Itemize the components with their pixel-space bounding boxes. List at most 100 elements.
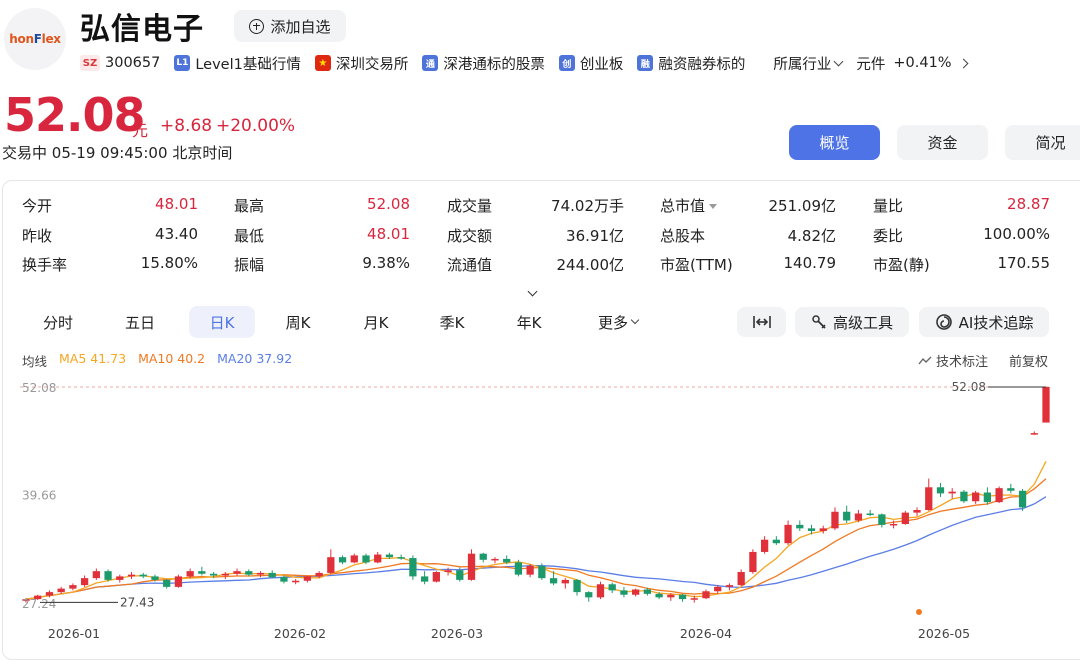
stat-pe-ttm: 140.79	[783, 254, 837, 272]
trading-status: 交易中 05-19 09:45:00 北京时间	[2, 142, 232, 163]
candle-body	[186, 571, 194, 577]
status-text: 交易中	[2, 144, 48, 162]
stat-shares: 4.82亿	[787, 227, 836, 245]
candle-body	[292, 580, 300, 583]
candle-body	[936, 487, 945, 494]
stat-turnover: 15.80%	[140, 254, 198, 272]
candle-body	[655, 593, 663, 598]
tab-five-day[interactable]: 五日	[108, 306, 172, 338]
stock-name: 弘信电子	[80, 12, 204, 47]
industry-name: 元件	[856, 56, 886, 73]
add-watchlist-button[interactable]: 添加自选	[234, 10, 346, 42]
fit-width-button[interactable]	[737, 307, 786, 337]
level1-tag[interactable]: L1 Level1基础行情	[174, 53, 301, 74]
candle-body	[268, 572, 276, 578]
board-label: 创业板	[579, 56, 624, 73]
x-axis-label: 2026-03	[431, 626, 483, 641]
candle-body	[92, 571, 100, 579]
ma10-value: MA10 40.2	[138, 351, 206, 366]
ma-legend: 均线 MA5 41.73 MA10 40.2 MA20 37.92	[22, 351, 292, 370]
candle-body	[901, 512, 909, 524]
candle-body	[209, 573, 218, 576]
candle-body	[397, 557, 405, 559]
candle-body	[995, 488, 1003, 503]
kline-chart[interactable]: 52.08 39.66 27.24 52.08 27.43 2026-01 2026-02 2…	[0, 370, 1080, 651]
tab-yearly-k[interactable]: 年K	[497, 306, 561, 338]
price-unit: 元	[132, 121, 149, 140]
tab-overview[interactable]: 概览	[789, 125, 880, 160]
candle-body	[456, 570, 464, 580]
stat-low-label: 最低	[234, 227, 265, 245]
advanced-tools-button[interactable]: 高级工具	[795, 307, 909, 337]
price-change-pct: +20.00%	[216, 116, 296, 136]
candle-body	[948, 491, 956, 494]
current-price: 52.08	[4, 88, 146, 142]
tab-brief[interactable]: 简况	[1005, 125, 1080, 160]
industry-dropdown[interactable]: 所属行业	[773, 53, 844, 74]
hk-connect-tag[interactable]: 通 深港通标的股票	[422, 53, 545, 74]
fit-width-icon	[752, 316, 771, 328]
stat-prev-close: 43.40	[155, 225, 198, 243]
tech-mark-toggle[interactable]: 技术标注	[918, 351, 988, 370]
candle-body	[432, 572, 440, 582]
candle-body	[80, 578, 89, 586]
candle-body	[374, 554, 382, 563]
stat-mkt-cap-label[interactable]: 总市值	[660, 195, 718, 216]
candle-body	[608, 584, 616, 591]
market-code-icon: SZ	[80, 55, 100, 71]
expand-stats-button[interactable]	[527, 280, 538, 299]
candle-body	[409, 558, 417, 577]
candle-body	[514, 562, 523, 575]
level1-label: Level1基础行情	[195, 56, 301, 73]
candle-body	[807, 528, 816, 531]
candle-body	[256, 572, 265, 575]
chevron-down-icon	[833, 56, 844, 66]
candle-body	[315, 572, 323, 577]
candle-body	[1030, 433, 1038, 435]
candle-body	[151, 576, 159, 580]
stat-bid-ratio: 100.00%	[983, 225, 1050, 243]
stat-prev-close-label: 昨收	[22, 227, 53, 245]
candle-body	[925, 487, 933, 511]
stock-code: 300657	[105, 55, 161, 71]
candle-body	[878, 514, 886, 525]
candle-body	[678, 594, 687, 600]
candle-body	[620, 590, 628, 595]
tab-funds[interactable]: 资金	[897, 125, 988, 160]
margin-tag[interactable]: 融 融资融券标的	[637, 53, 745, 74]
caret-down-icon	[709, 204, 718, 209]
candle-body	[760, 539, 769, 552]
candle-body	[725, 585, 734, 587]
candle-body	[198, 571, 206, 574]
y-axis-label: 52.08	[22, 381, 56, 395]
candle-body	[913, 510, 921, 513]
exchange-tag[interactable]: ★ 深圳交易所	[314, 53, 408, 74]
level1-icon: L1	[174, 55, 191, 71]
candle-body	[983, 492, 992, 503]
industry-link[interactable]: 元件 +0.41%	[856, 53, 969, 74]
candle-body	[174, 576, 183, 587]
candle-body	[632, 589, 640, 595]
tab-intraday[interactable]: 分时	[26, 306, 90, 338]
candle-body	[749, 551, 757, 573]
hk-connect-icon: 通	[422, 55, 439, 71]
stat-vol-ratio: 28.87	[1007, 195, 1050, 213]
stat-float-cap-label: 流通值	[447, 256, 493, 274]
candle-body	[350, 555, 358, 563]
stat-pe-ttm-label: 市盈(TTM)	[660, 256, 733, 274]
stat-open-label: 今开	[22, 197, 53, 215]
stat-high: 52.08	[367, 195, 410, 213]
candle-body	[127, 574, 136, 577]
candle-body	[233, 571, 241, 574]
candle-body	[549, 578, 558, 584]
board-tag[interactable]: 创 创业板	[558, 53, 624, 74]
tab-daily-k[interactable]: 日K	[189, 306, 255, 338]
ai-tracking-button[interactable]: AI技术追踪	[919, 307, 1049, 337]
price-adjust-toggle[interactable]: 前复权	[1009, 351, 1048, 370]
candle-body	[338, 557, 347, 563]
tab-weekly-k[interactable]: 周K	[266, 306, 330, 338]
tab-more[interactable]: 更多	[588, 306, 648, 338]
tab-quarterly-k[interactable]: 季K	[420, 306, 484, 338]
candle-body	[1007, 488, 1015, 491]
tab-monthly-k[interactable]: 月K	[344, 306, 408, 338]
